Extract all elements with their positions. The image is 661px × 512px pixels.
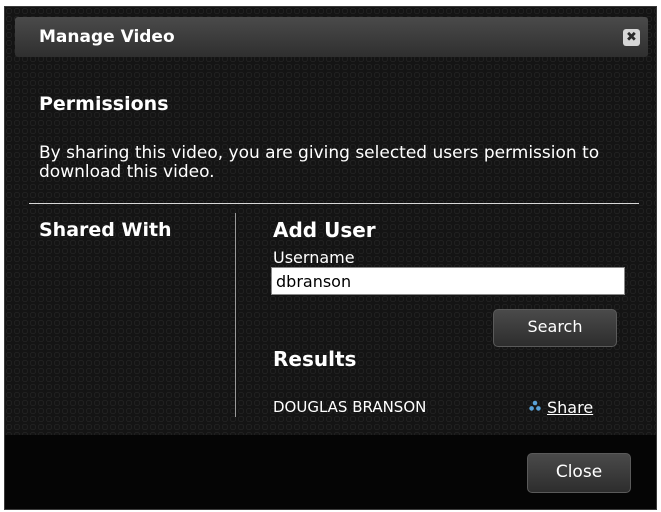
shared-with-label: Shared With bbox=[39, 219, 172, 241]
dialog-title: Manage Video bbox=[39, 27, 175, 47]
add-user-heading: Add User bbox=[273, 218, 376, 242]
share-icon bbox=[529, 400, 541, 415]
section-divider bbox=[29, 203, 639, 204]
dialog-titlebar: Manage Video ✖ bbox=[15, 17, 648, 57]
close-icon[interactable]: ✖ bbox=[623, 29, 640, 46]
close-button[interactable]: Close bbox=[527, 453, 631, 493]
username-label: Username bbox=[273, 248, 355, 267]
username-input[interactable] bbox=[271, 267, 625, 295]
permissions-heading: Permissions bbox=[39, 93, 169, 115]
column-divider bbox=[235, 213, 236, 417]
result-user-name: DOUGLAS BRANSON bbox=[273, 398, 427, 416]
manage-video-dialog: Manage Video ✖ Permissions By sharing th… bbox=[4, 6, 657, 510]
permissions-description: By sharing this video, you are giving se… bbox=[39, 143, 600, 182]
share-link[interactable]: Share bbox=[529, 398, 593, 417]
search-button[interactable]: Search bbox=[493, 309, 617, 347]
results-heading: Results bbox=[273, 347, 357, 371]
share-link-label[interactable]: Share bbox=[547, 398, 593, 417]
